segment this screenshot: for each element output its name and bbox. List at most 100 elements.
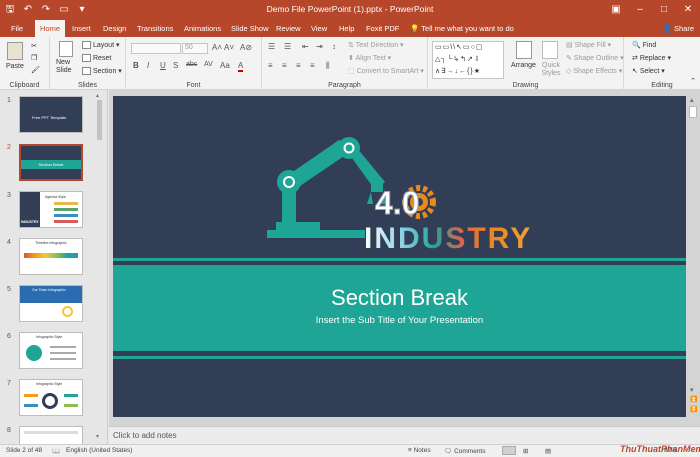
reading-view-icon[interactable]: ▤ xyxy=(545,447,551,455)
tab-file[interactable]: File xyxy=(9,20,25,37)
arrange-button[interactable]: Arrange xyxy=(511,62,536,69)
columns-icon[interactable]: ⫼ xyxy=(326,61,330,71)
scroll-down-icon[interactable]: ▾ xyxy=(690,386,694,394)
underline-button[interactable]: U xyxy=(160,61,166,70)
align-center-icon[interactable]: ≡ xyxy=(282,61,287,70)
grow-font-icon[interactable]: A˄ xyxy=(212,43,222,52)
increase-indent-icon[interactable]: ⇥ xyxy=(316,42,323,51)
slide-title[interactable]: Section Break xyxy=(113,285,686,311)
align-right-icon[interactable]: ≡ xyxy=(296,61,301,70)
slide-number: 4 xyxy=(7,239,11,246)
normal-view-icon[interactable] xyxy=(502,446,516,455)
select-button[interactable]: ↖ Select ▾ xyxy=(632,67,665,75)
scroll-up-icon[interactable]: ▴ xyxy=(96,92,99,99)
quick-styles-icon[interactable] xyxy=(542,41,558,59)
slide-thumbnail[interactable]: INDUSTRY Agenda Style xyxy=(19,191,83,228)
editor-scrollbar[interactable]: ▴ ▾ ⏫ ⏬ xyxy=(689,96,698,417)
paste-icon[interactable] xyxy=(7,42,23,60)
replace-button[interactable]: ⇄ Replace ▾ xyxy=(632,54,671,62)
slide-thumbnail[interactable] xyxy=(19,426,83,444)
zoom-level[interactable]: 87% xyxy=(664,447,677,454)
char-spacing-button[interactable]: AV xyxy=(204,61,213,68)
font-size-combo[interactable]: 50 xyxy=(182,43,208,54)
minimize-icon[interactable]: – xyxy=(628,0,652,20)
thumbnail-bar xyxy=(54,208,78,211)
shapes-gallery[interactable]: ▭▭\\↖▭○▢ △┐└↳↰↗⇩ ∧∃→↓←{}★ xyxy=(432,41,504,79)
change-case-button[interactable]: Aa xyxy=(220,61,230,70)
close-icon[interactable]: ✕ xyxy=(676,0,700,20)
slide-thumbnail-selected[interactable]: Section Break xyxy=(19,144,83,181)
align-text-button[interactable]: ⬍ Align Text ▾ xyxy=(348,54,391,62)
font-name-combo[interactable] xyxy=(131,43,181,54)
bullets-icon[interactable]: ☰ xyxy=(268,42,275,51)
shape-outline-button[interactable]: ✎ Shape Outline ▾ xyxy=(566,54,624,62)
cut-icon[interactable]: ✂ xyxy=(31,42,37,50)
section-button[interactable]: Section ▾ xyxy=(82,67,122,76)
ribbon-display-icon[interactable]: ▣ xyxy=(604,0,628,20)
scrollbar-thumb[interactable] xyxy=(97,100,102,140)
line-spacing-icon[interactable]: ↕ xyxy=(332,42,336,51)
justify-icon[interactable]: ≡ xyxy=(310,61,315,70)
paste-button[interactable]: Paste xyxy=(6,63,24,70)
convert-smartart-button[interactable]: ⬚ Convert to SmartArt ▾ xyxy=(348,67,424,75)
spelling-icon[interactable]: 📖 xyxy=(52,447,60,455)
layout-button[interactable]: Layout ▾ xyxy=(82,41,120,50)
share-button[interactable]: 👤 Share xyxy=(663,20,694,37)
clear-format-icon[interactable]: A⊘ xyxy=(240,43,252,52)
tell-me-box[interactable]: 💡 Tell me what you want to do xyxy=(410,20,514,37)
decrease-indent-icon[interactable]: ⇤ xyxy=(302,42,309,51)
language-status[interactable]: English (United States) xyxy=(66,447,132,454)
format-painter-icon[interactable]: 🖌 xyxy=(31,66,40,74)
previous-slide-icon[interactable]: ⏫ xyxy=(690,396,697,403)
slide-subtitle[interactable]: Insert the Sub Title of Your Presentatio… xyxy=(113,315,686,326)
tab-slide-show[interactable]: Slide Show xyxy=(229,20,271,37)
font-label: Font xyxy=(186,82,201,89)
shape-fill-button[interactable]: ▤ Shape Fill ▾ xyxy=(566,41,611,49)
reset-button[interactable]: Reset xyxy=(82,54,111,62)
tab-review[interactable]: Review xyxy=(274,20,303,37)
slide-number: 6 xyxy=(7,333,11,340)
align-left-icon[interactable]: ≡ xyxy=(268,61,273,70)
shrink-font-icon[interactable]: A˅ xyxy=(224,43,234,52)
slide-thumbnail[interactable]: Infographic Style xyxy=(19,379,83,416)
tab-animations[interactable]: Animations xyxy=(182,20,223,37)
italic-button[interactable]: I xyxy=(147,61,149,70)
collapse-ribbon-icon[interactable]: ⌃ xyxy=(690,77,696,85)
new-slide-icon[interactable] xyxy=(59,41,73,57)
new-slide-button[interactable]: New Slide xyxy=(56,59,78,75)
tab-foxit-pdf[interactable]: Foxit PDF xyxy=(364,20,401,37)
restore-icon[interactable]: □ xyxy=(652,0,676,20)
numbering-icon[interactable]: ☰ xyxy=(284,42,291,51)
next-slide-icon[interactable]: ⏬ xyxy=(690,406,697,413)
tab-design[interactable]: Design xyxy=(101,20,128,37)
shadow-button[interactable]: S xyxy=(173,61,178,70)
tab-help[interactable]: Help xyxy=(337,20,356,37)
slide-sorter-icon[interactable]: ⊞ xyxy=(523,447,528,455)
quick-styles-button[interactable]: Quick Styles xyxy=(539,62,563,78)
scroll-down-icon[interactable]: ▾ xyxy=(96,433,99,440)
text-direction-button[interactable]: ⇅ Text Direction ▾ xyxy=(348,41,404,49)
tab-view[interactable]: View xyxy=(309,20,329,37)
scroll-up-icon[interactable]: ▴ xyxy=(690,96,694,104)
tab-home[interactable]: Home xyxy=(35,20,66,37)
slide-thumbnail[interactable]: Free PPT Template xyxy=(19,96,83,133)
slide-thumbnail[interactable]: Timeline Infographic xyxy=(19,238,83,275)
shape-effects-button[interactable]: ◇ Shape Effects ▾ xyxy=(566,67,622,75)
comments-button[interactable]: 🗨 Comments xyxy=(444,447,486,455)
arrange-icon[interactable] xyxy=(516,41,532,59)
notes-placeholder[interactable]: Click to add notes xyxy=(113,431,177,440)
font-color-button[interactable]: A xyxy=(238,61,244,72)
tab-insert[interactable]: Insert xyxy=(70,20,93,37)
tab-transitions[interactable]: Transitions xyxy=(135,20,175,37)
notes-button[interactable]: ≡ Notes xyxy=(408,447,431,454)
strikethrough-button[interactable]: abc xyxy=(186,61,197,68)
bold-button[interactable]: B xyxy=(133,61,139,70)
find-button[interactable]: 🔍 Find xyxy=(632,41,656,49)
scrollbar-thumb[interactable] xyxy=(689,106,697,118)
copy-icon[interactable]: ❐ xyxy=(31,54,37,62)
slide-canvas[interactable]: 4.0 INDUSTRY Section Break Insert the Su… xyxy=(113,96,686,417)
notes-pane[interactable]: Click to add notes xyxy=(109,426,700,444)
thumbnail-scrollbar[interactable]: ▴ ▾ xyxy=(96,92,103,440)
slide-thumbnail[interactable]: Our Team Infographic xyxy=(19,285,83,322)
slide-thumbnail[interactable]: Infographic Style xyxy=(19,332,83,369)
